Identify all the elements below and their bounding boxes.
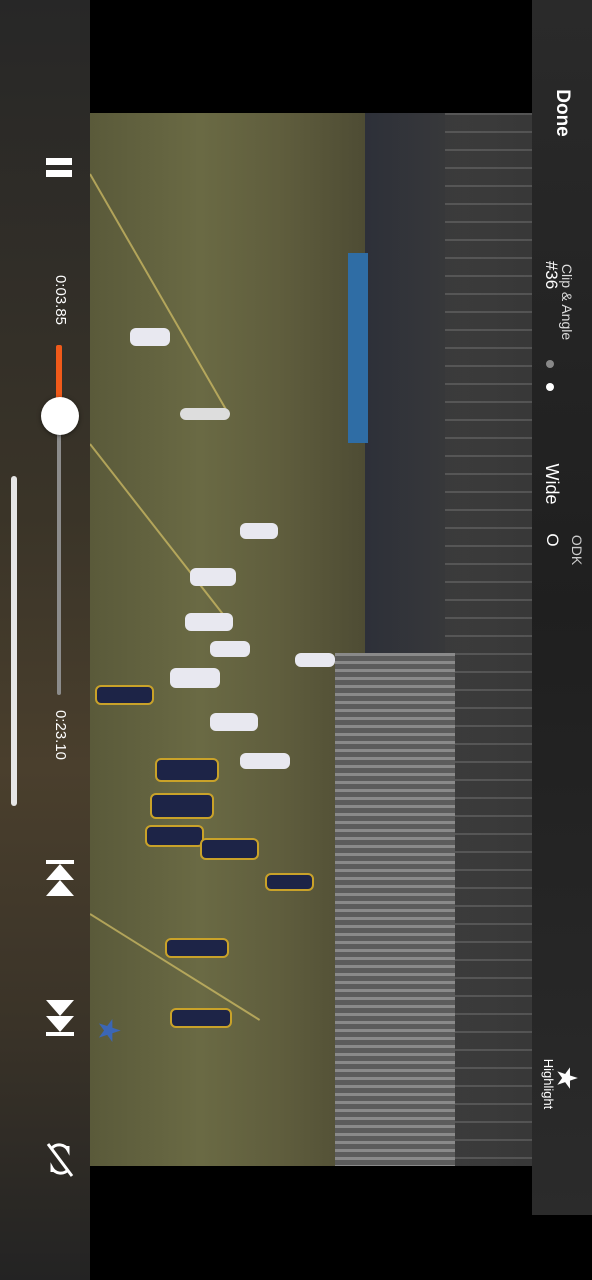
player (180, 408, 230, 420)
home-indicator (11, 476, 17, 806)
player (190, 568, 236, 586)
player (240, 523, 278, 539)
next-clip-button[interactable] (44, 996, 76, 1038)
player (165, 938, 229, 958)
playback-controls-bar: 0:03.85 0:23.10 (0, 0, 90, 1280)
player (265, 873, 314, 891)
field-star-logo: ★ (91, 1017, 125, 1044)
stadium-wall (348, 253, 368, 443)
clip-info-bar: Done Clip & Angle #36 ODK O Wide ★ Highl… (532, 0, 592, 1215)
pause-button[interactable] (42, 150, 78, 186)
player (210, 641, 250, 657)
odk-value[interactable]: O (542, 525, 562, 555)
stadium-fence (445, 113, 532, 1166)
scrubber-thumb[interactable] (41, 397, 79, 435)
player (145, 825, 204, 847)
player (150, 793, 214, 819)
pause-icon (46, 158, 72, 177)
player (170, 668, 220, 688)
player (295, 653, 335, 667)
highlight-label: Highlight (541, 1058, 556, 1110)
player (95, 685, 154, 705)
duration-time: 0:23.10 (52, 709, 69, 761)
player (130, 328, 170, 346)
player (170, 1008, 232, 1028)
video-player[interactable]: ★ (90, 0, 532, 1280)
scrubber-progress (56, 345, 62, 403)
previous-clip-button[interactable] (44, 858, 76, 900)
loop-toggle-button[interactable] (44, 1138, 76, 1180)
player (185, 613, 233, 631)
page-dot[interactable] (546, 360, 554, 368)
video-frame[interactable]: ★ (90, 113, 532, 1166)
clip-number: #36 (542, 260, 561, 290)
star-icon: ★ (551, 1065, 583, 1091)
player (240, 753, 290, 769)
odk-label: ODK (569, 534, 585, 566)
current-time: 0:03.85 (52, 274, 69, 326)
player (155, 758, 219, 782)
player (200, 838, 259, 860)
skip-next-icon (46, 1000, 74, 1036)
angle-label[interactable]: Wide (542, 459, 562, 509)
loop-off-icon (46, 1143, 74, 1177)
skip-previous-icon (46, 860, 74, 896)
player (210, 713, 258, 731)
done-button[interactable]: Done (549, 88, 575, 138)
page-dot-active[interactable] (546, 383, 554, 391)
highlight-button[interactable]: ★ Highlight (532, 1050, 592, 1120)
bleachers (335, 653, 455, 1166)
